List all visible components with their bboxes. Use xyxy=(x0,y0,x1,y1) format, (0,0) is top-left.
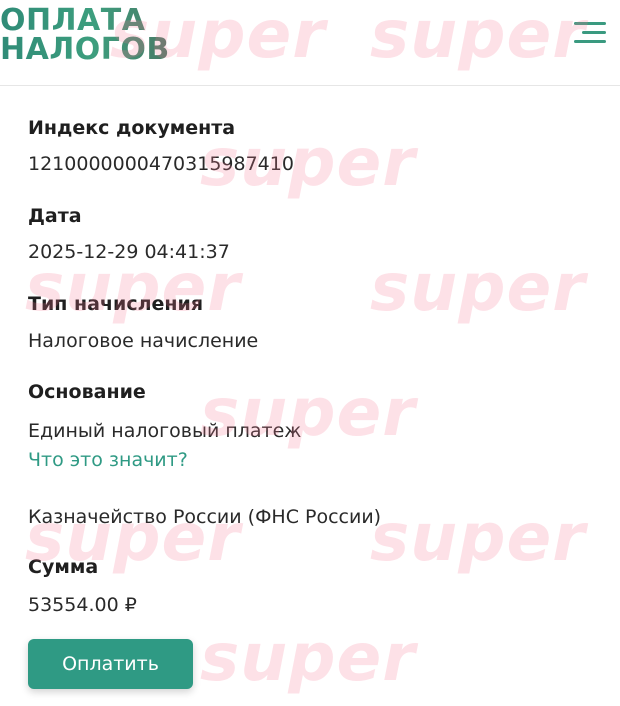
basis-value: Единый налоговый платеж xyxy=(28,420,302,442)
watermark: super xyxy=(200,619,416,696)
document-index-label: Индекс документа xyxy=(28,117,236,139)
watermark: super xyxy=(370,249,586,326)
date-value: 2025-12-29 04:41:37 xyxy=(28,241,230,263)
amount-label: Сумма xyxy=(28,556,99,578)
logo-line-1: ОПЛАТА xyxy=(0,3,146,38)
watermark: super xyxy=(370,499,586,576)
basis-label: Основание xyxy=(28,381,146,403)
recipient-value: Казначейство России (ФНС России) xyxy=(28,506,382,528)
amount-value: 53554.00 ₽ xyxy=(28,594,137,616)
site-header: ОПЛАТА НАЛОГОВ xyxy=(0,0,620,86)
pay-button[interactable]: Оплатить xyxy=(28,639,193,689)
site-logo[interactable]: ОПЛАТА НАЛОГОВ xyxy=(0,6,170,64)
hamburger-icon[interactable] xyxy=(574,20,606,44)
charge-type-value: Налоговое начисление xyxy=(28,330,259,352)
date-label: Дата xyxy=(28,205,82,227)
basis-info-link[interactable]: Что это значит? xyxy=(28,448,188,472)
charge-type-label: Тип начисления xyxy=(28,293,204,315)
document-index-value: 12100000004703159874​10 xyxy=(28,153,294,175)
logo-line-2: НАЛОГОВ xyxy=(0,32,170,67)
